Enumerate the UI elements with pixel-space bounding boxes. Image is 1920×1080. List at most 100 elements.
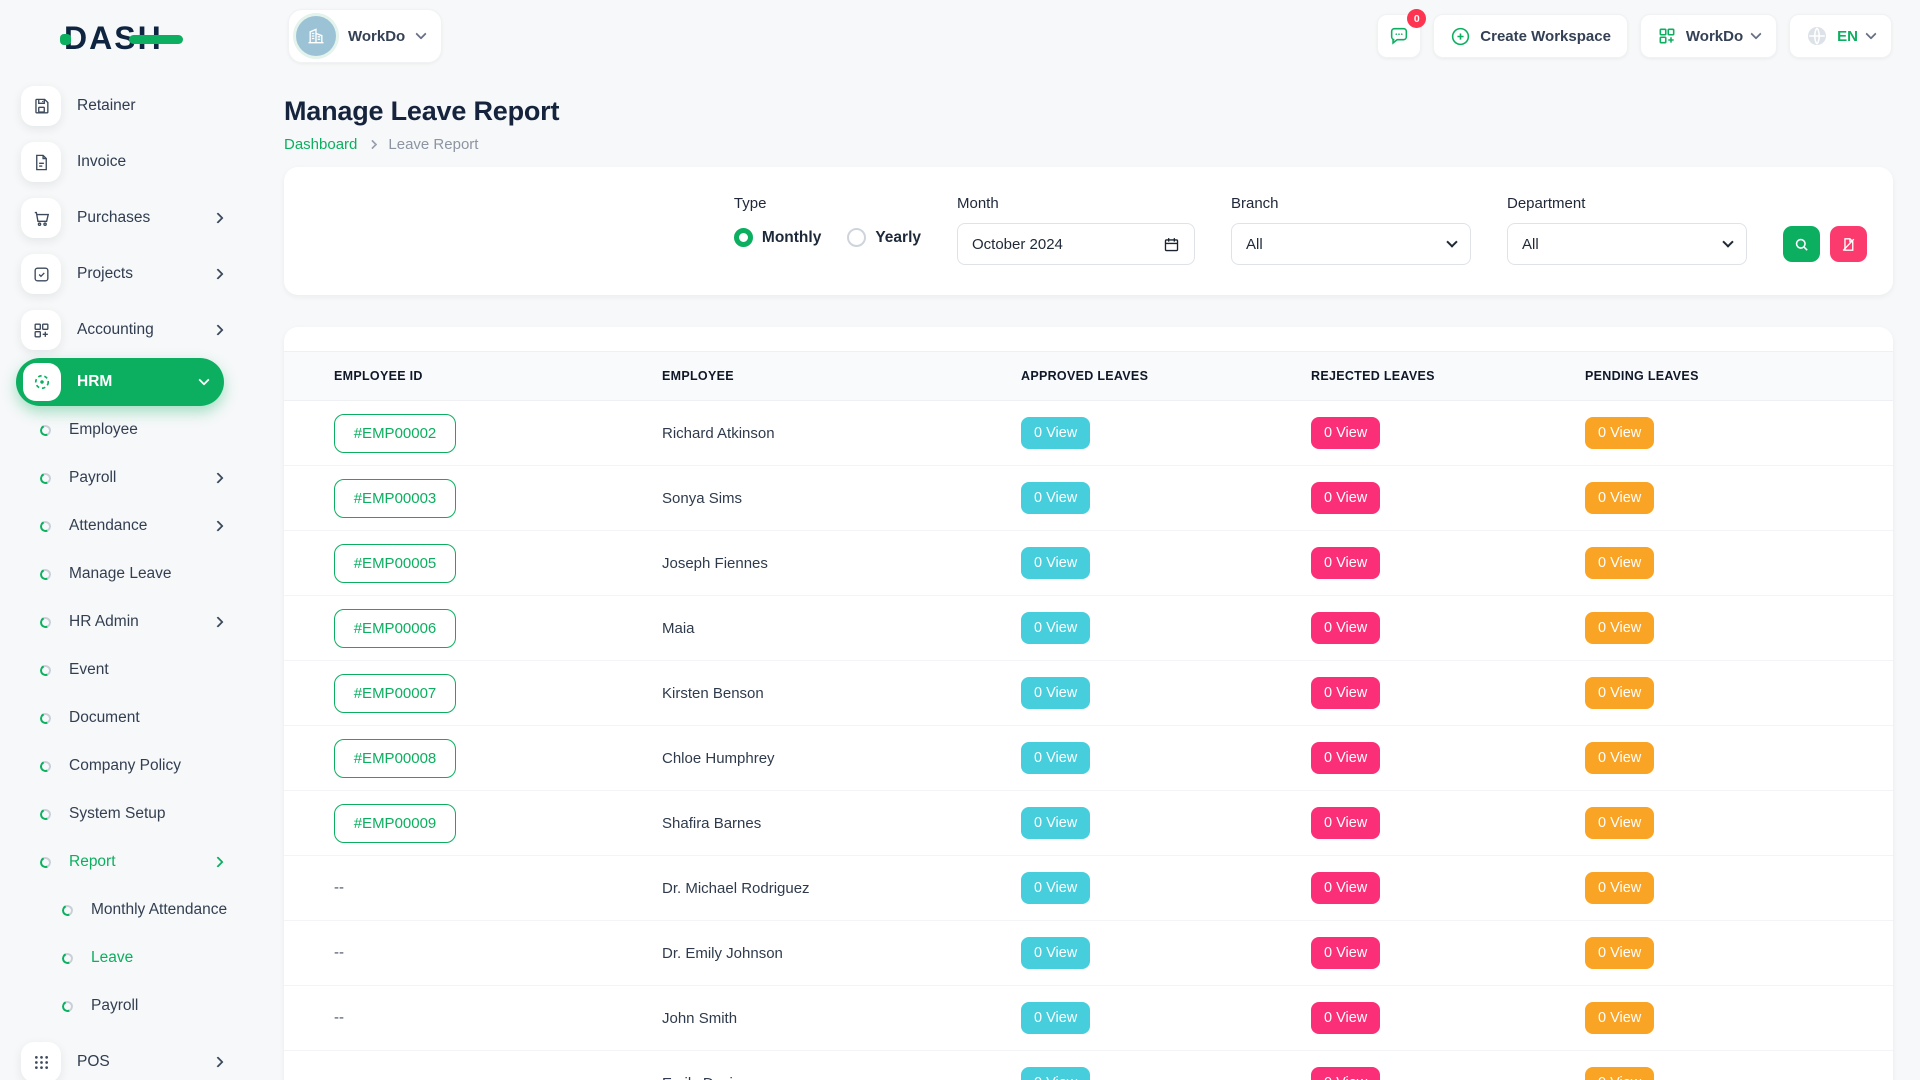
pending-leaves-badge[interactable]: 0 View	[1585, 872, 1654, 904]
sidebar-item-event[interactable]: Event	[0, 646, 240, 694]
approved-leaves-cell: 0 View	[1021, 807, 1311, 839]
sidebar-item-monthly-attendance[interactable]: Monthly Attendance	[0, 886, 240, 934]
table-row: #EMP00005 Joseph Fiennes 0 View 0 View 0…	[284, 531, 1893, 596]
rejected-leaves-badge[interactable]: 0 View	[1311, 807, 1380, 839]
pending-leaves-cell: 0 View	[1585, 482, 1893, 514]
reset-filter-button[interactable]	[1830, 226, 1867, 262]
rejected-leaves-badge[interactable]: 0 View	[1311, 1067, 1380, 1080]
sidebar-item-payroll[interactable]: Payroll	[0, 454, 240, 502]
approved-leaves-badge[interactable]: 0 View	[1021, 547, 1090, 579]
approved-leaves-cell: 0 View	[1021, 612, 1311, 644]
pending-leaves-badge[interactable]: 0 View	[1585, 547, 1654, 579]
employee-id-link[interactable]: #EMP00003	[334, 479, 456, 518]
rejected-leaves-badge[interactable]: 0 View	[1311, 547, 1380, 579]
chevron-down-icon	[1865, 28, 1876, 39]
sidebar-item-invoice[interactable]: Invoice	[0, 134, 240, 190]
create-workspace-button[interactable]: Create Workspace	[1433, 14, 1628, 58]
rejected-leaves-cell: 0 View	[1311, 677, 1585, 709]
month-input[interactable]: October 2024	[957, 223, 1195, 265]
rejected-leaves-badge[interactable]: 0 View	[1311, 937, 1380, 969]
sidebar-item-document[interactable]: Document	[0, 694, 240, 742]
radio-yearly[interactable]: Yearly	[847, 228, 921, 247]
department-select[interactable]: All	[1507, 223, 1747, 265]
sidebar-item-pos[interactable]: POS	[0, 1034, 240, 1080]
sidebar-item-accounting[interactable]: Accounting	[0, 302, 240, 358]
branch-select[interactable]: All	[1231, 223, 1471, 265]
approved-leaves-badge[interactable]: 0 View	[1021, 677, 1090, 709]
sidebar-item-employee[interactable]: Employee	[0, 406, 240, 454]
approved-leaves-badge[interactable]: 0 View	[1021, 1002, 1090, 1034]
sidebar-item-retainer[interactable]: Retainer	[0, 78, 240, 134]
rejected-leaves-badge[interactable]: 0 View	[1311, 612, 1380, 644]
employee-id-link[interactable]: #EMP00006	[334, 609, 456, 648]
employee-name: Shafira Barnes	[662, 815, 1021, 832]
pending-leaves-badge[interactable]: 0 View	[1585, 612, 1654, 644]
sidebar-item-label: Invoice	[77, 153, 126, 171]
approved-leaves-badge[interactable]: 0 View	[1021, 1067, 1090, 1080]
grid-plus-icon	[1657, 26, 1677, 46]
sidebar-item-manage-leave[interactable]: Manage Leave	[0, 550, 240, 598]
sidebar-item-report[interactable]: Report	[0, 838, 240, 886]
employee-id-link[interactable]: #EMP00008	[334, 739, 456, 778]
approved-leaves-badge[interactable]: 0 View	[1021, 482, 1090, 514]
sidebar-item-hrm[interactable]: HRM	[16, 358, 224, 406]
employee-id-link[interactable]: #EMP00007	[334, 674, 456, 713]
rejected-leaves-badge[interactable]: 0 View	[1311, 742, 1380, 774]
rejected-leaves-badge[interactable]: 0 View	[1311, 677, 1380, 709]
pending-leaves-badge[interactable]: 0 View	[1585, 1002, 1654, 1034]
pending-leaves-cell: 0 View	[1585, 547, 1893, 579]
plus-circle-icon	[1450, 26, 1471, 47]
rejected-leaves-badge[interactable]: 0 View	[1311, 872, 1380, 904]
sidebar-item-report-payroll[interactable]: Payroll	[0, 982, 240, 1030]
rejected-leaves-badge[interactable]: 0 View	[1311, 417, 1380, 449]
search-button[interactable]	[1783, 226, 1820, 262]
pending-leaves-badge[interactable]: 0 View	[1585, 742, 1654, 774]
chevron-down-icon	[1446, 236, 1457, 247]
rejected-leaves-badge[interactable]: 0 View	[1311, 1002, 1380, 1034]
breadcrumb-dashboard-link[interactable]: Dashboard	[284, 136, 357, 153]
employee-id-link[interactable]: #EMP00005	[334, 544, 456, 583]
rejected-leaves-badge[interactable]: 0 View	[1311, 482, 1380, 514]
approved-leaves-badge[interactable]: 0 View	[1021, 612, 1090, 644]
employee-id-link[interactable]: #EMP00009	[334, 804, 456, 843]
approved-leaves-badge[interactable]: 0 View	[1021, 872, 1090, 904]
approved-leaves-badge[interactable]: 0 View	[1021, 742, 1090, 774]
employee-name: Joseph Fiennes	[662, 555, 1021, 572]
dash-logo[interactable]: DASH	[64, 20, 163, 56]
sidebar-item-attendance[interactable]: Attendance	[0, 502, 240, 550]
sidebar-item-purchases[interactable]: Purchases	[0, 190, 240, 246]
pending-leaves-badge[interactable]: 0 View	[1585, 417, 1654, 449]
branch-filter-group: Branch All	[1231, 195, 1471, 295]
radio-monthly[interactable]: Monthly	[734, 228, 821, 247]
language-selector[interactable]: EN	[1789, 14, 1892, 58]
chevron-right-icon	[368, 140, 378, 150]
sidebar-item-leave[interactable]: Leave	[0, 934, 240, 982]
workdo-menu-button[interactable]: WorkDo	[1640, 14, 1777, 58]
cart-icon	[21, 198, 61, 238]
messages-button[interactable]: 0	[1377, 14, 1421, 58]
approved-leaves-badge[interactable]: 0 View	[1021, 937, 1090, 969]
approved-leaves-badge[interactable]: 0 View	[1021, 807, 1090, 839]
pos-grid-icon	[21, 1042, 61, 1080]
sidebar-item-company-policy[interactable]: Company Policy	[0, 742, 240, 790]
type-radio-group: Monthly Yearly	[734, 228, 921, 247]
approved-leaves-badge[interactable]: 0 View	[1021, 417, 1090, 449]
pending-leaves-badge[interactable]: 0 View	[1585, 1067, 1654, 1080]
sidebar-item-hr-admin[interactable]: HR Admin	[0, 598, 240, 646]
employee-id-link[interactable]: #EMP00002	[334, 414, 456, 453]
branch-label: Branch	[1231, 195, 1471, 212]
sidebar-item-system-setup[interactable]: System Setup	[0, 790, 240, 838]
sidebar-item-label: Company Policy	[69, 757, 181, 775]
save-icon	[21, 86, 61, 126]
pending-leaves-badge[interactable]: 0 View	[1585, 677, 1654, 709]
workspace-selector[interactable]: WorkDo	[288, 9, 442, 63]
pending-leaves-badge[interactable]: 0 View	[1585, 482, 1654, 514]
pending-leaves-badge[interactable]: 0 View	[1585, 937, 1654, 969]
employee-id-cell: --	[334, 879, 662, 897]
sidebar-item-label: Payroll	[91, 997, 138, 1015]
pending-leaves-badge[interactable]: 0 View	[1585, 807, 1654, 839]
chevron-down-icon	[1722, 236, 1733, 247]
bullet-icon	[60, 999, 74, 1013]
sidebar-item-projects[interactable]: Projects	[0, 246, 240, 302]
month-label: Month	[957, 195, 1195, 212]
